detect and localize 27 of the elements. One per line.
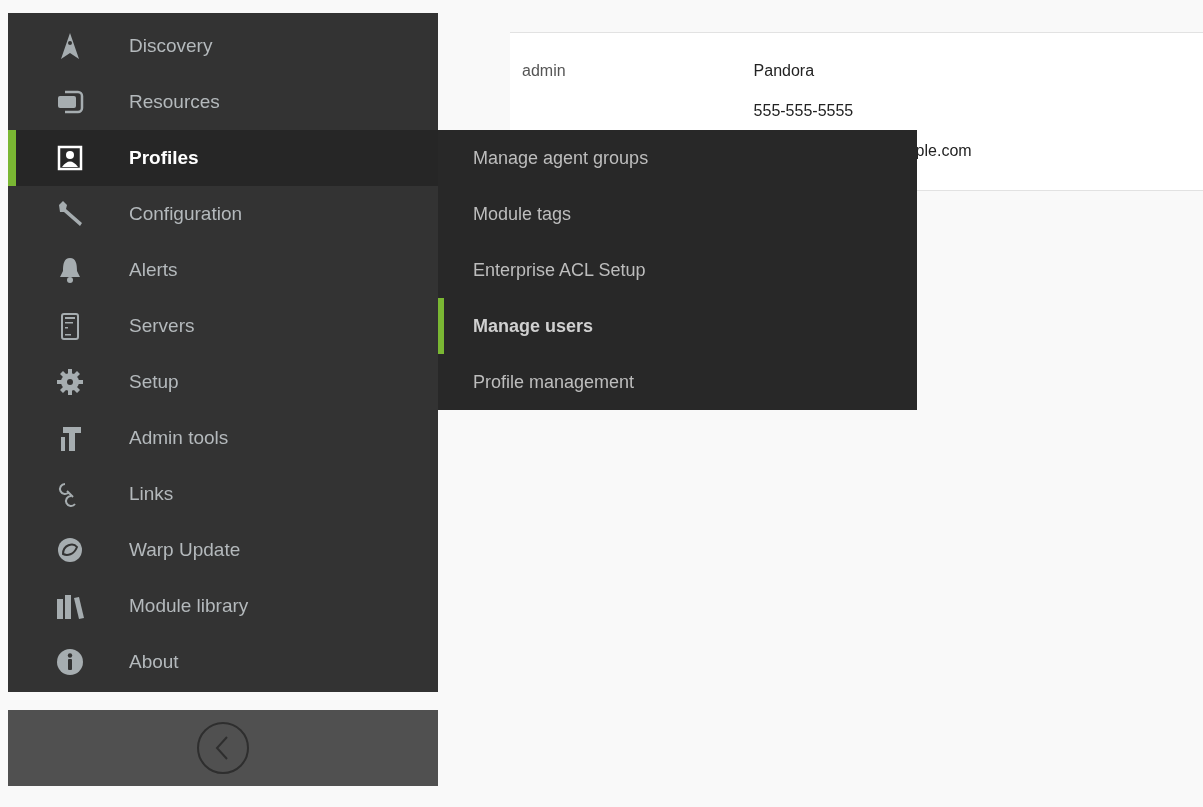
submenu-item[interactable]: Enterprise ACL Setup [438, 242, 917, 298]
sidebar-item[interactable]: Discovery [8, 18, 438, 74]
sidebar-item[interactable]: Setup [8, 354, 438, 410]
sidebar-item[interactable]: Alerts [8, 242, 438, 298]
submenu-item[interactable]: Profile management [438, 354, 917, 410]
sidebar-item[interactable]: Admin tools [8, 410, 438, 466]
info-icon [55, 647, 85, 677]
sidebar-item[interactable]: Links [8, 466, 438, 522]
table-cell-text: admin [522, 61, 566, 81]
sidebar-item[interactable]: Servers [8, 298, 438, 354]
table-cell-text: 555-555-5555 [753, 101, 854, 121]
sidebar-item[interactable]: Configuration [8, 186, 438, 242]
submenu-item[interactable]: Manage users [438, 298, 917, 354]
profile-icon [55, 143, 85, 173]
table-cell-text: Pandora [753, 61, 815, 81]
collapse-bar[interactable] [8, 710, 438, 786]
selected-indicator [8, 130, 16, 186]
gear-icon [55, 367, 85, 397]
sidebar-item[interactable]: Module library [8, 578, 438, 634]
sidebar-item[interactable]: Resources [8, 74, 438, 130]
collapse-icon[interactable] [196, 721, 250, 775]
sidebar-item[interactable]: About [8, 634, 438, 690]
table-cell-text: ple.com [915, 141, 972, 161]
sidebar-item[interactable]: Warp Update [8, 522, 438, 578]
submenu-item[interactable]: Manage agent groups [438, 130, 917, 186]
sidebar-item[interactable]: Profiles [8, 130, 438, 186]
submenu-item[interactable]: Module tags [438, 186, 917, 242]
